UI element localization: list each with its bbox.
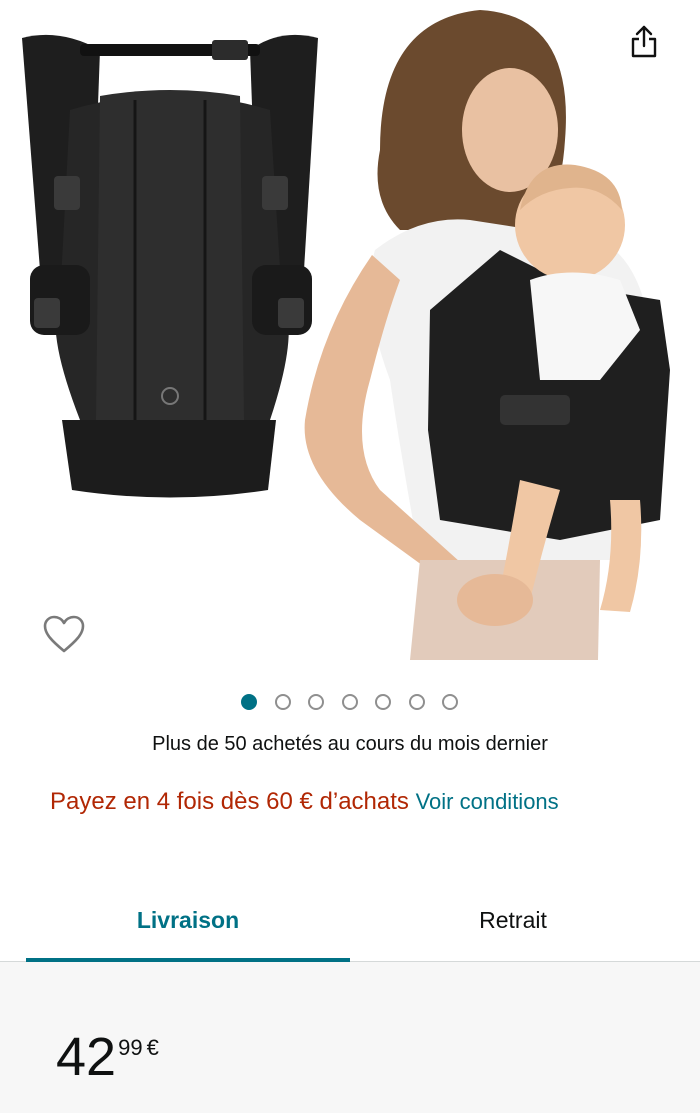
gallery-dot[interactable] [241, 694, 257, 710]
installment-conditions-link[interactable]: Voir conditions [416, 789, 559, 814]
gallery-dot[interactable] [274, 694, 291, 710]
installment-offer: Payez en 4 fois dès 60 € d’achats Voir c… [50, 784, 650, 820]
fulfillment-tabs: Livraison Retrait [0, 880, 700, 964]
tab-delivery[interactable]: Livraison [26, 880, 350, 960]
tab-pickup[interactable]: Retrait [350, 880, 676, 960]
share-icon [631, 25, 657, 58]
model-with-baby-illustration [304, 10, 670, 660]
baby-carrier-illustration [22, 34, 318, 498]
purchase-count-text: Plus de 50 achetés au cours du mois dern… [152, 733, 548, 755]
gallery-dot[interactable] [408, 694, 425, 710]
gallery-dot[interactable] [308, 694, 324, 710]
gallery-pagination [241, 694, 458, 710]
installment-offer-text: Payez en 4 fois dès 60 € d’achats [50, 788, 409, 815]
price-whole: 42 [56, 1027, 117, 1087]
gallery-dot[interactable] [375, 694, 391, 710]
price-fraction: 99 [118, 1035, 143, 1060]
product-image[interactable] [0, 0, 700, 670]
price-currency: € [146, 1035, 159, 1060]
gallery-dot[interactable] [442, 694, 458, 710]
heart-outline-icon [43, 615, 85, 653]
share-button[interactable] [622, 20, 666, 64]
product-price: 42 99 € [56, 1030, 159, 1084]
product-image-gallery[interactable] [0, 0, 700, 680]
favorite-button[interactable] [40, 612, 88, 656]
gallery-dot[interactable] [341, 694, 358, 710]
